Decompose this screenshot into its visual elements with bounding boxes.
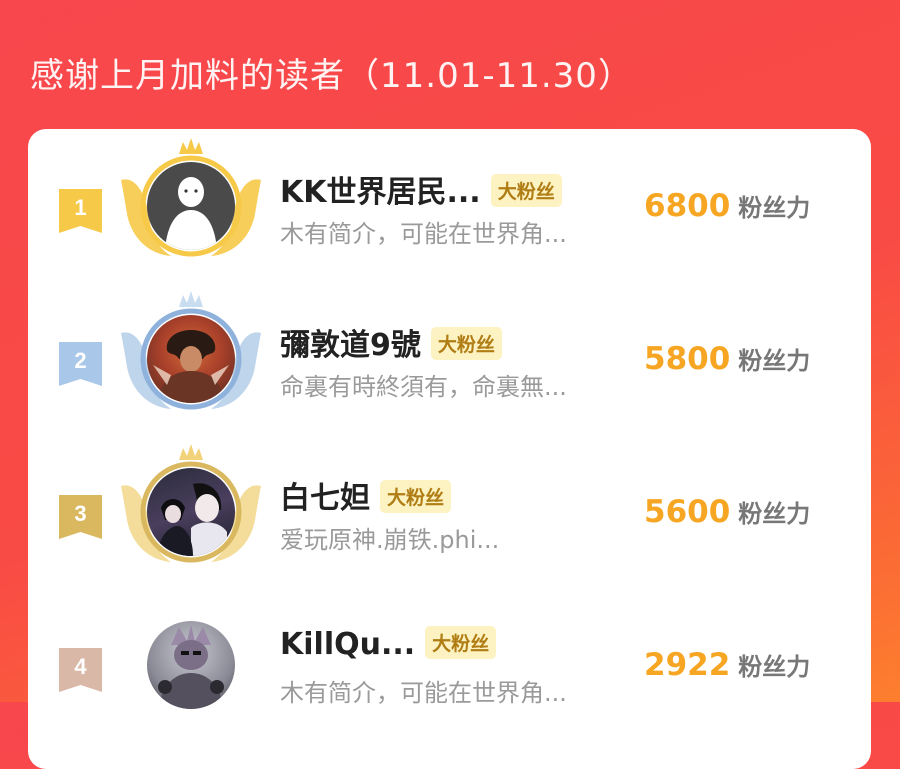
fan-tag-badge: 大粉丝 — [425, 626, 497, 659]
fan-score: 5800 粉丝力 — [644, 341, 810, 377]
character-avatar — [147, 621, 235, 709]
fan-score-unit: 粉丝力 — [738, 653, 811, 681]
fan-score: 2922 粉丝力 — [644, 647, 810, 683]
fan-score: 5600 粉丝力 — [644, 494, 810, 530]
fan-score-value: 5800 — [644, 341, 731, 377]
rank-badge-1: 1 — [59, 189, 102, 233]
rank-badge-3: 3 — [59, 495, 102, 539]
user-name-text[interactable]: 白七妲 — [280, 481, 370, 516]
page-title: 感谢上月加料的读者（11.01-11.30） — [30, 56, 633, 96]
user-name[interactable]: 彌敦道9號 大粉丝 — [280, 320, 502, 364]
avatar-frame[interactable] — [121, 595, 261, 735]
user-name[interactable]: 白七妲 大粉丝 — [280, 473, 452, 517]
fan-score: 6800 粉丝力 — [644, 188, 810, 224]
fan-score-unit: 粉丝力 — [738, 500, 811, 528]
character-art-icon — [158, 625, 224, 709]
user-bio: 木有简介，可能在世界角... — [280, 220, 567, 248]
avatar-frame-bronze[interactable] — [121, 442, 261, 582]
fan-score-value: 6800 — [644, 188, 731, 224]
anime-avatar — [147, 468, 235, 556]
fan-score-value: 5600 — [644, 494, 731, 530]
user-bio: 命裏有時終須有，命裏無... — [280, 373, 567, 401]
leaderboard-row-3[interactable]: 3 白七妲 大粉丝 爱玩原神.崩铁.phi... 5600 粉丝力 — [28, 440, 871, 590]
leaderboard-row-1[interactable]: 1 KK世界居民... 大粉丝 木有简介，可能在世界角... 6800 粉丝力 — [28, 134, 871, 284]
user-name-text[interactable]: 彌敦道9號 — [280, 328, 421, 363]
default-avatar — [147, 162, 235, 250]
person-icon — [165, 177, 217, 250]
portrait-photo-icon — [153, 330, 229, 403]
leaderboard-row-2[interactable]: 2 彌敦道9號 大粉丝 命裏有時終須有，命裏無... 5800 粉丝力 — [28, 287, 871, 437]
user-name-text[interactable]: KK世界居民... — [280, 175, 481, 210]
user-bio: 木有简介，可能在世界角... — [280, 679, 567, 707]
avatar-frame-silver[interactable] — [121, 289, 261, 429]
user-name[interactable]: KK世界居民... 大粉丝 — [280, 167, 562, 211]
user-name[interactable]: KillQu... 大粉丝 — [280, 626, 497, 662]
avatar-frame-gold[interactable] — [121, 136, 261, 276]
fan-tag-badge: 大粉丝 — [430, 327, 502, 360]
user-name-text[interactable]: KillQu... — [280, 627, 415, 662]
photo-avatar — [147, 315, 235, 403]
leaderboard-card: 1 KK世界居民... 大粉丝 木有简介，可能在世界角... 6800 粉丝力 … — [28, 129, 871, 769]
rank-badge-4: 4 — [59, 648, 102, 692]
fan-tag-badge: 大粉丝 — [380, 480, 452, 513]
fan-score-unit: 粉丝力 — [738, 194, 811, 222]
rank-badge-2: 2 — [59, 342, 102, 386]
fan-score-value: 2922 — [644, 647, 731, 683]
anime-art-icon — [157, 483, 227, 556]
fan-score-unit: 粉丝力 — [738, 347, 811, 375]
fan-tag-badge: 大粉丝 — [490, 174, 562, 207]
user-bio: 爱玩原神.崩铁.phi... — [280, 526, 500, 554]
leaderboard-row-4[interactable]: 4 KillQu... 大粉丝 木有简介，可能在世界角... 2922 粉丝力 — [28, 593, 871, 743]
